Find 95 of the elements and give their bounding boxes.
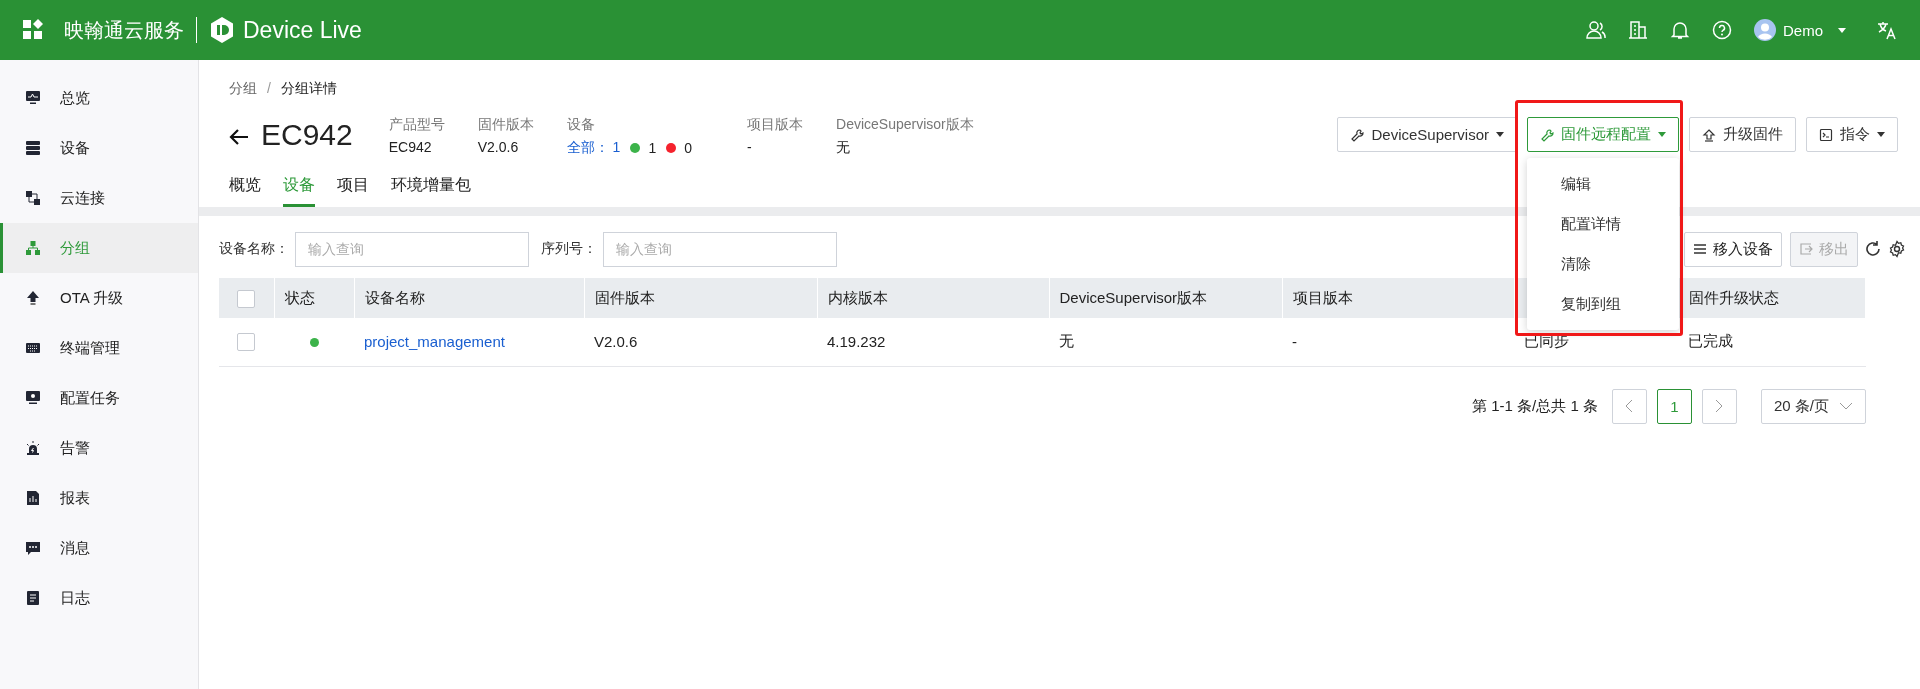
document-icon [25,590,41,606]
hierarchy-icon [25,240,41,256]
translate-icon[interactable] [1876,20,1898,40]
table-cell: - [1292,333,1297,351]
info-value: 无 [836,139,851,157]
page-size-select[interactable]: 20 条/页 [1760,388,1866,424]
chevron-right-icon [1715,399,1724,413]
table-cell: V2.0.6 [594,333,638,351]
connection-icon [25,190,41,206]
info-label: 设备 [566,116,596,134]
device-count-link[interactable]: 全部： 1 [566,139,621,157]
server-icon [25,140,41,156]
tab[interactable]: 项目 [337,169,369,207]
action-button[interactable]: 固件远程配置 [1527,117,1679,152]
page-summary: 第 1-1 条/总共 1 条 [1472,396,1598,416]
chat-bubble-icon [25,540,41,556]
table-cell: 无 [1059,332,1074,350]
page-title: EC942 [261,118,353,152]
device-count: 1 [648,140,657,156]
user-group-icon[interactable] [1586,20,1606,40]
info-value: EC942 [388,139,433,155]
sidebar-item[interactable]: OTA 升级 [0,273,198,323]
info-label: DeviceSupervisor版本 [836,116,974,134]
column-header: DeviceSupervisor版本 [1059,288,1208,306]
sidebar-item[interactable]: 总览 [0,73,198,123]
sidebar-item[interactable]: 报表 [0,473,198,523]
sidebar-item[interactable]: 云连接 [0,173,198,223]
info-value: - [747,139,753,155]
column-header: 固件版本 [594,288,655,306]
info-value: V2.0.6 [477,139,520,155]
back-arrow-icon[interactable] [229,128,249,146]
tab[interactable]: 环境增量包 [391,169,471,207]
upload-icon [1702,127,1716,142]
bell-icon[interactable] [1670,20,1690,40]
terminal-icon [1819,127,1833,142]
sidebar-item[interactable]: 终端管理 [0,323,198,373]
move-in-button[interactable]: 移入设备 [1684,231,1782,267]
search-field[interactable]: 输入查询 [295,231,529,267]
info-label: 产品型号 [388,116,445,134]
sidebar-item[interactable]: 告警 [0,423,198,473]
column-header: 状态 [284,288,315,306]
wrench-icon [1540,127,1554,142]
monitor-icon [25,90,41,106]
column-header: 项目版本 [1292,288,1353,306]
caret-icon [1838,27,1846,33]
checkbox[interactable] [237,289,255,308]
search-field[interactable]: 输入查询 [603,231,837,267]
chevron-down-icon [1839,402,1853,410]
building-icon[interactable] [1628,20,1648,40]
refresh-icon[interactable] [1864,240,1882,258]
page-button[interactable]: 1 [1656,388,1692,424]
action-button[interactable]: DeviceSupervisor [1337,117,1517,152]
menu-item[interactable]: 复制到组 [1527,284,1679,324]
help-icon[interactable] [1712,20,1732,40]
brand-name: 映翰通云服务 [64,17,184,43]
avatar-icon [1754,19,1776,41]
exit-icon [1799,242,1813,256]
sidebar-item[interactable]: 消息 [0,523,198,573]
list-icon [1693,242,1707,256]
table-cell: 4.19.232 [827,333,886,351]
action-button[interactable]: 升级固件 [1689,117,1796,152]
filter-label: 序列号： [541,240,597,258]
sidebar-item[interactable]: 配置任务 [0,373,198,423]
info-label: 固件版本 [477,116,534,134]
table-cell: 已完成 [1688,332,1733,350]
upload-arrow-icon [25,290,41,306]
wrench-icon [1350,127,1365,142]
alarm-light-icon [25,440,41,456]
menu-item[interactable]: 编辑 [1527,164,1679,204]
settings-icon[interactable] [1888,240,1906,258]
filter-label: 设备名称： [219,240,289,258]
menu-item[interactable]: 清除 [1527,244,1679,284]
sidebar-item[interactable]: 日志 [0,573,198,623]
menu-item[interactable]: 配置详情 [1527,204,1679,244]
device-count: 0 [684,140,692,156]
user-menu[interactable]: Demo [1754,19,1846,41]
monitor-gear-icon [25,390,41,406]
info-label: 项目版本 [747,116,803,134]
hexagon-logo-icon [209,16,235,44]
sidebar-item[interactable]: 设备 [0,123,198,173]
tab[interactable]: 概览 [229,169,261,207]
product-name: Device Live [243,16,362,44]
chevron-left-icon [1625,399,1634,413]
column-header: 设备名称 [364,288,425,306]
breadcrumb-item: 分组详情 [280,80,337,98]
breadcrumb-separator: / [267,80,271,98]
column-header: 固件升级状态 [1688,288,1779,306]
chart-document-icon [25,490,41,506]
device-link[interactable]: project_management [364,333,505,351]
action-button[interactable]: 指令 [1806,117,1898,152]
checkbox[interactable] [237,333,255,352]
column-header: 内核版本 [827,288,888,306]
keyboard-icon [25,340,41,356]
breadcrumb-item[interactable]: 分组 [229,80,257,98]
apps-grid-icon[interactable] [22,19,44,41]
